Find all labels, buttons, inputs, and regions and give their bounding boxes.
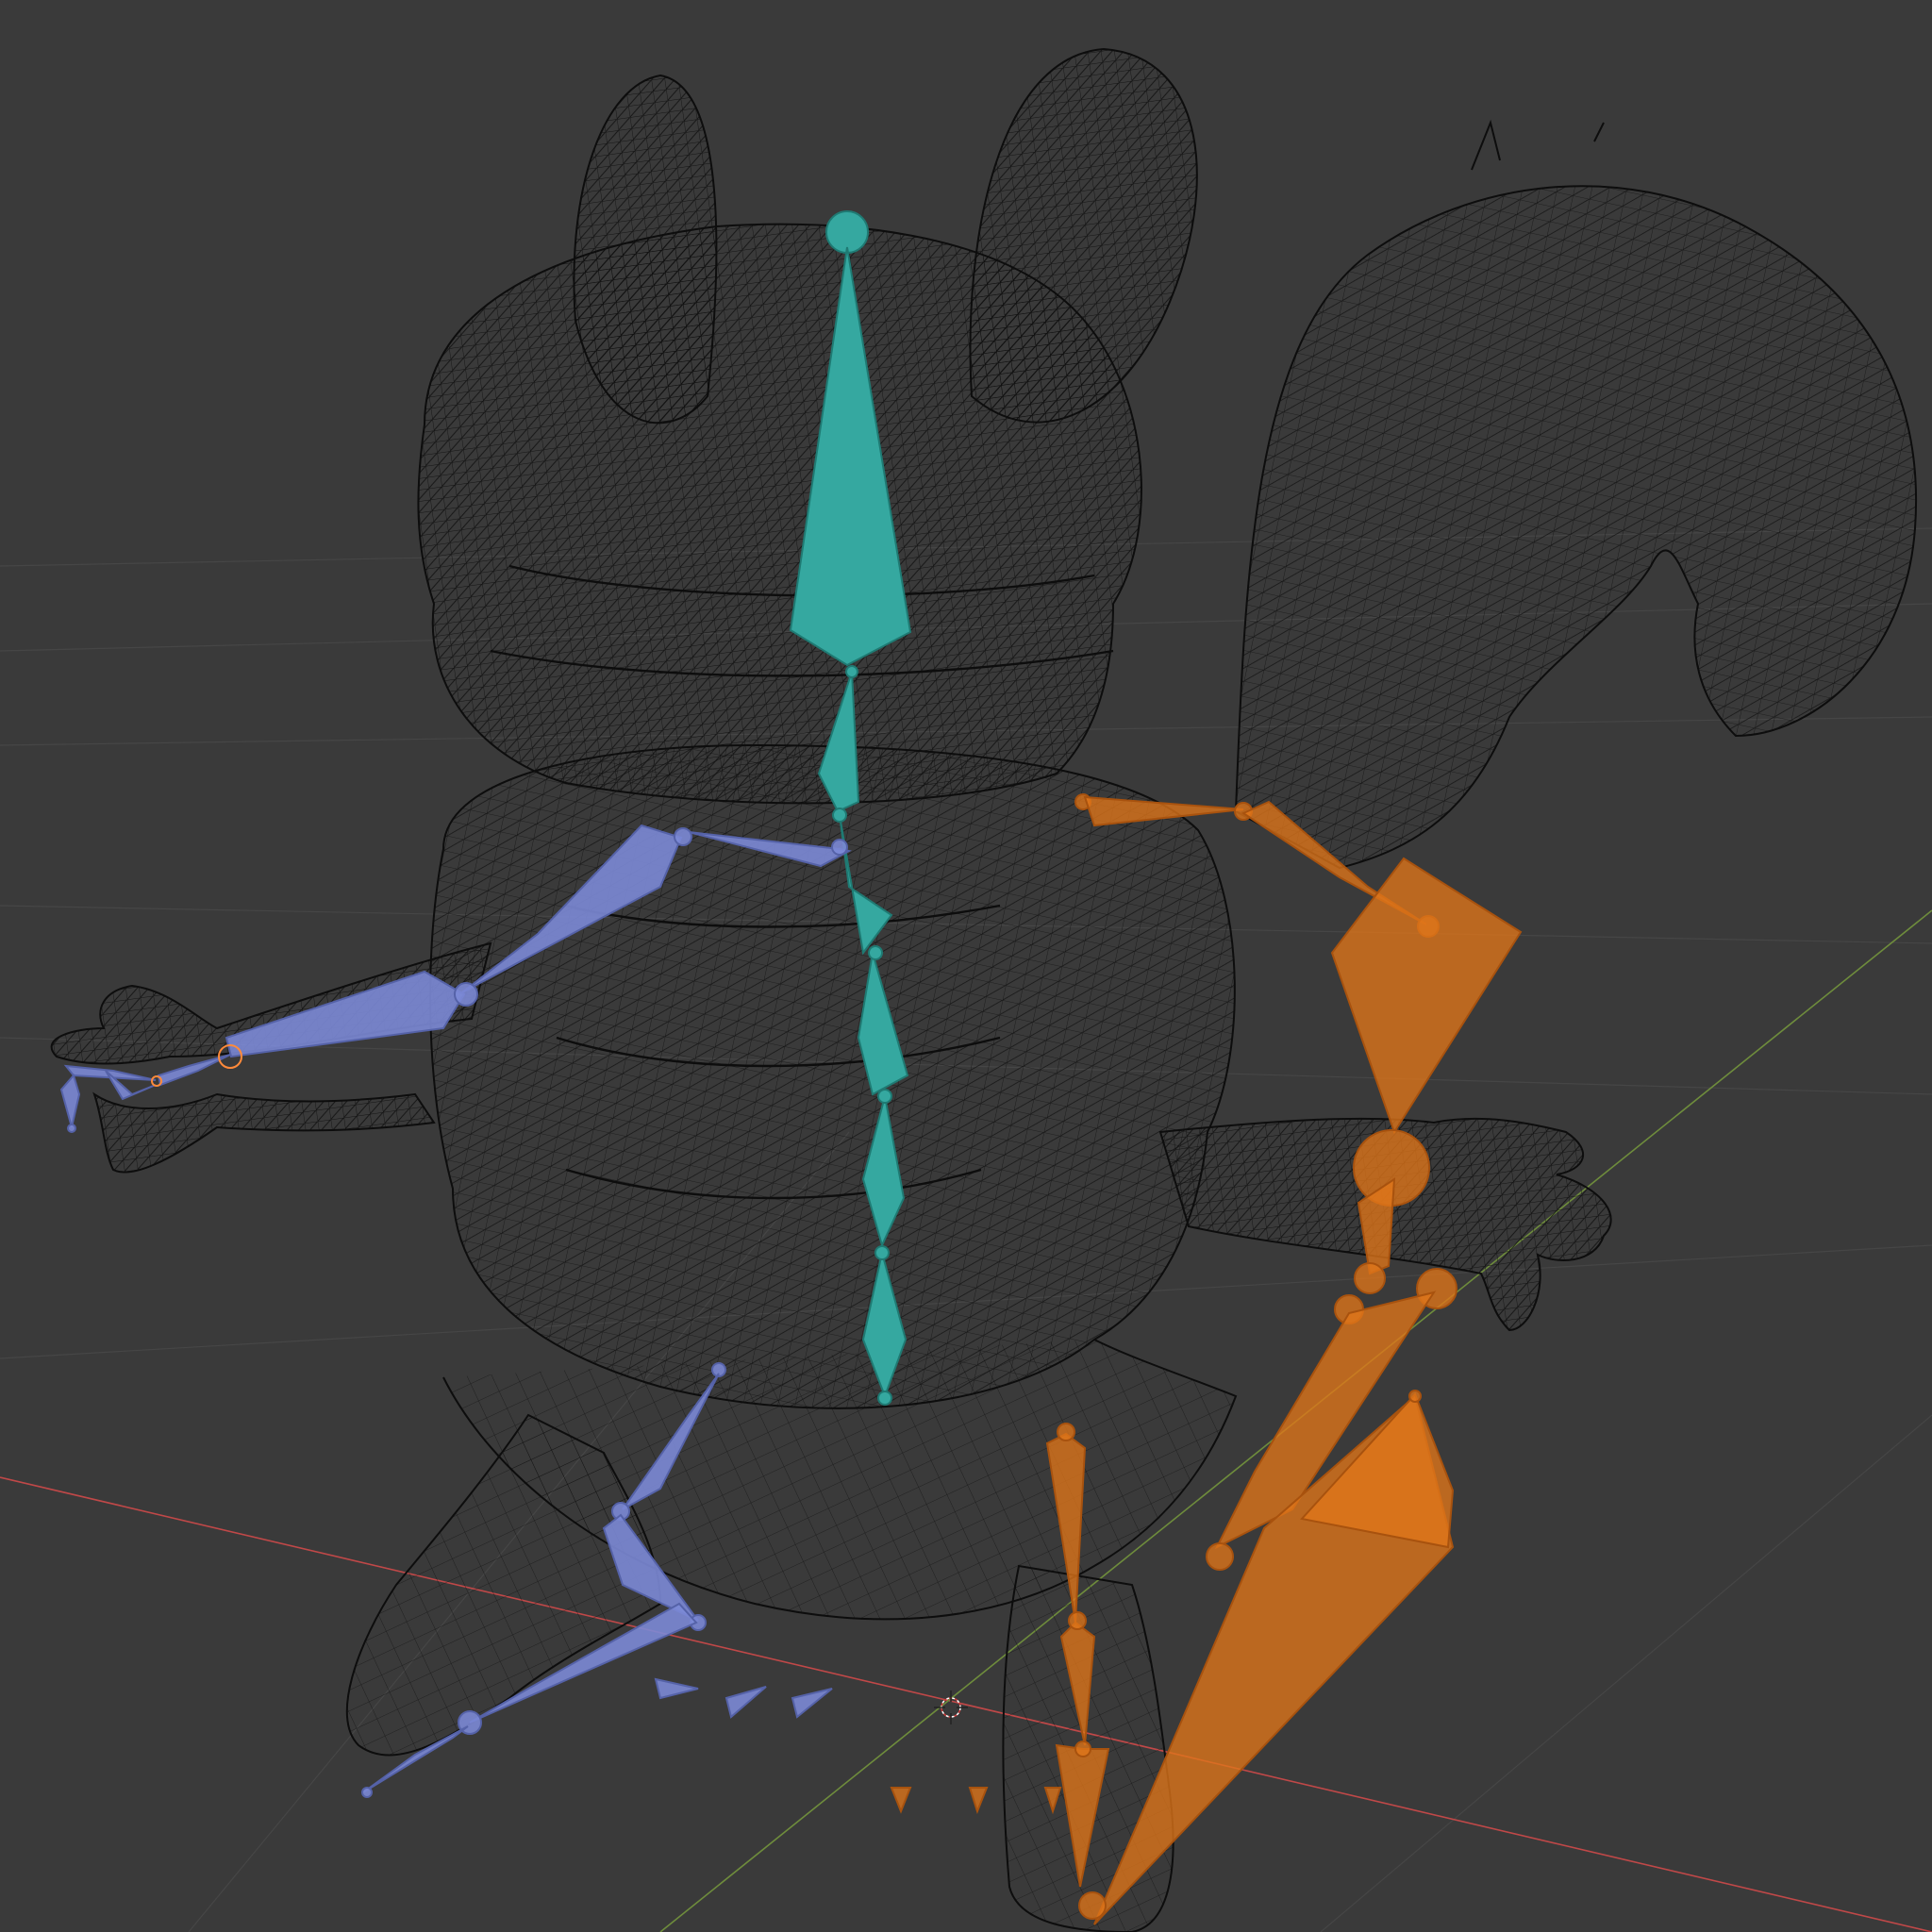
bone-spine-joint-4[interactable] xyxy=(874,1245,890,1260)
bone-head-joint[interactable] xyxy=(825,210,869,254)
viewport-canvas[interactable] xyxy=(0,0,1932,1932)
bone-left-finger-2[interactable] xyxy=(59,1073,81,1128)
bone-spine-joint-1[interactable] xyxy=(832,808,847,823)
3d-cursor-icon[interactable] xyxy=(934,1690,968,1724)
bone-right-forearm[interactable] xyxy=(1330,857,1523,1135)
bone-right-heel-2[interactable] xyxy=(968,1787,989,1814)
3d-viewport[interactable] xyxy=(0,0,1932,1932)
bone-left-heel-3[interactable] xyxy=(791,1688,833,1719)
mesh-tail xyxy=(1234,185,1917,870)
bone-spine-joint-2[interactable] xyxy=(868,945,883,960)
mesh-head xyxy=(417,223,1142,805)
bone-left-heel-2[interactable] xyxy=(724,1686,767,1719)
squirrel-mesh[interactable] xyxy=(50,47,1917,1932)
bone-right-heel-1[interactable] xyxy=(890,1787,912,1814)
bone-tail-joint[interactable] xyxy=(877,1391,892,1406)
bone-spine-joint-3[interactable] xyxy=(877,1089,892,1104)
bone-left-heel-1[interactable] xyxy=(654,1677,699,1700)
bone-neck-joint[interactable] xyxy=(845,665,858,678)
